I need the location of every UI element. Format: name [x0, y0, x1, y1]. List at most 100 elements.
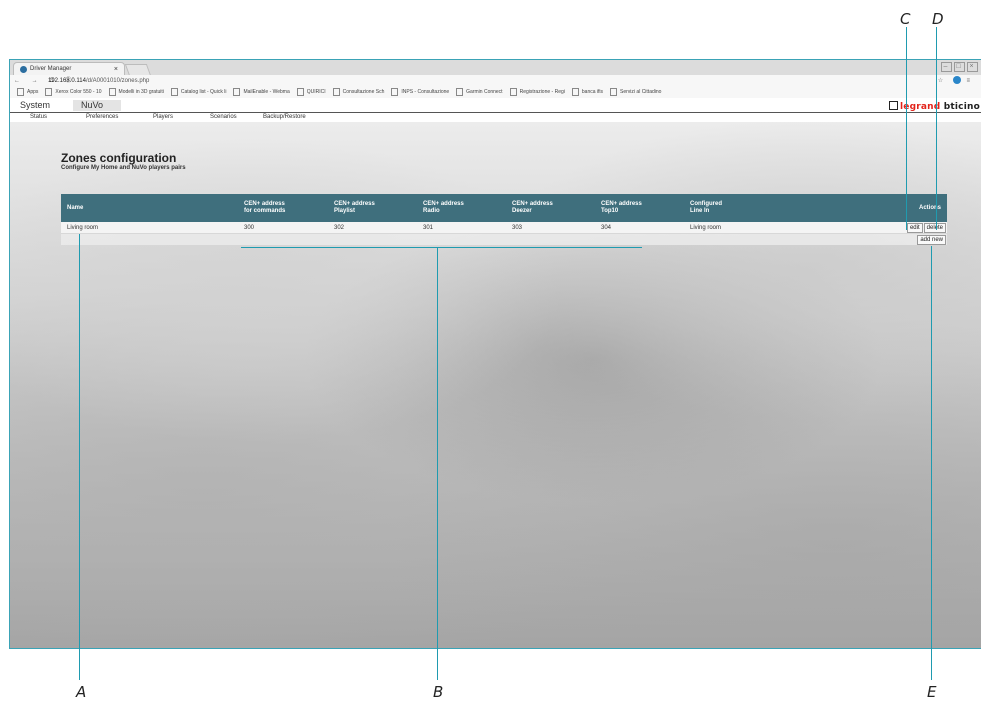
bookmark-item[interactable]: QUIRICI — [296, 87, 326, 98]
col-line-in: Configured Line In — [684, 194, 897, 222]
title-bar: Driver Manager × – □ × — [10, 60, 981, 76]
browser-window: Driver Manager × – □ × ← → C ⓘ 192.168.0.1… — [9, 59, 981, 649]
callout-d: D — [932, 10, 944, 28]
bookmark-item[interactable]: Apps — [17, 87, 38, 98]
cell-cen-deezer: 303 — [506, 222, 595, 234]
star-icon[interactable]: ☆ — [938, 78, 947, 84]
cell-cen-commands: 300 — [238, 222, 328, 234]
bookmark-label: Consultazione Sch — [342, 89, 385, 95]
cell-actions: edit delete — [897, 222, 947, 234]
bookmark-item[interactable]: Catalog list - Quick li — [170, 87, 227, 98]
callout-d-line — [936, 27, 937, 230]
page-icon — [296, 87, 304, 96]
browser-tab[interactable]: Driver Manager × — [13, 62, 125, 76]
apps-icon — [17, 87, 24, 96]
favicon-icon — [20, 66, 27, 73]
subnav-players[interactable]: Players — [153, 113, 173, 122]
table-row: Living room 300 302 301 303 304 Living r… — [61, 222, 947, 234]
brand-logo: legrand bticino — [889, 101, 980, 112]
cell-cen-radio: 301 — [417, 222, 506, 234]
callout-a: A — [76, 683, 87, 701]
close-window-icon[interactable]: × — [967, 62, 978, 72]
bookmark-label: MailEnable - Webma — [243, 89, 290, 95]
cell-cen-playlist: 302 — [328, 222, 417, 234]
subnav-scenarios[interactable]: Scenarios — [210, 113, 237, 122]
add-row-spacer — [61, 233, 897, 245]
col-cen-top10: CEN+ address Top10 — [595, 194, 684, 222]
bookmark-label: Servizi al Cittadino — [620, 89, 662, 95]
callout-b-bracket — [241, 247, 642, 248]
bookmark-label: Registrazione - Regi — [519, 89, 565, 95]
bookmark-item[interactable]: Consultazione Sch — [332, 87, 385, 98]
address-bar: ← → C ⓘ 192.168.0.114/d/A0001010/zones.p… — [10, 75, 981, 87]
url-host: 192.168.0.114 — [48, 78, 86, 84]
subnav-preferences[interactable]: Preferences — [86, 113, 118, 122]
bookmark-item[interactable]: banca ifis — [571, 87, 604, 98]
cell-zone-name: Living room — [61, 222, 238, 234]
zones-table: Name CEN+ address for commands CEN+ addre… — [61, 194, 947, 245]
page-subtitle: Configure My Home and NuVo players pairs — [61, 165, 186, 171]
page-icon — [233, 87, 241, 96]
page-icon — [332, 87, 340, 96]
bookmark-label: QUIRICI — [306, 89, 326, 95]
page-icon — [391, 87, 399, 96]
bookmark-label: Garmin Connect — [466, 89, 503, 95]
add-cell: add new — [897, 233, 947, 245]
brand-bticino: bticino — [943, 102, 980, 112]
callout-e-line — [931, 246, 932, 680]
bookmark-item[interactable]: MailEnable - Webma — [233, 87, 290, 98]
subnav-status[interactable]: Status — [30, 113, 47, 122]
page-icon — [108, 87, 116, 96]
add-row: add new — [61, 233, 947, 245]
page-icon — [456, 87, 464, 96]
page-icon — [509, 87, 517, 96]
toolbar-right: ☆ ≡ — [938, 75, 974, 87]
table-header-row: Name CEN+ address for commands CEN+ addre… — [61, 194, 947, 222]
bookmark-item[interactable]: Modelli in 3D gratuiti — [108, 87, 164, 98]
callout-b: B — [433, 683, 444, 701]
cell-cen-top10: 304 — [595, 222, 684, 234]
url-path: /d/A0001010/zones.php — [85, 78, 150, 84]
callout-c: C — [900, 10, 911, 28]
bookmark-item[interactable]: Registrazione - Regi — [509, 87, 565, 98]
bookmark-label: INPS - Consultazione — [401, 89, 450, 95]
add-new-button[interactable]: add new — [917, 234, 946, 245]
edit-button[interactable]: edit — [906, 222, 923, 233]
bookmark-item[interactable]: Xerox Color 550 - 10 — [45, 87, 102, 98]
bookmark-label: Apps — [27, 89, 39, 95]
callout-e: E — [927, 683, 937, 701]
bookmark-item[interactable]: INPS - Consultazione — [391, 87, 449, 98]
nav-nuvo[interactable]: NuVo — [73, 100, 121, 111]
content-area: Zones configuration Configure My Home an… — [10, 122, 981, 648]
maximize-icon[interactable]: □ — [954, 62, 965, 72]
bookmark-item[interactable]: Servizi al Cittadino — [610, 87, 661, 98]
col-cen-playlist: CEN+ address Playlist — [328, 194, 417, 222]
subnav-backup-restore[interactable]: Backup/Restore — [263, 113, 306, 122]
page-icon — [170, 87, 178, 96]
window-controls: – □ × — [939, 62, 978, 72]
cell-line-in: Living room — [684, 222, 897, 234]
col-cen-commands: CEN+ address for commands — [238, 194, 328, 222]
page-icon — [45, 87, 53, 96]
nav-system[interactable]: System — [12, 100, 58, 111]
menu-icon[interactable]: ≡ — [966, 78, 974, 84]
bookmark-label: Catalog list - Quick li — [180, 89, 227, 95]
bookmark-item[interactable]: Garmin Connect — [456, 87, 503, 98]
bookmark-label: banca ifis — [581, 89, 604, 95]
legrand-mark-icon — [889, 101, 898, 110]
page-icon — [571, 87, 579, 96]
app-navigation: System NuVo Status Preferences Players S… — [10, 98, 981, 122]
col-actions: Actions — [897, 194, 947, 222]
page-title: Zones configuration — [61, 151, 177, 165]
callout-a-line — [79, 234, 80, 680]
delete-button[interactable]: delete — [923, 222, 946, 233]
callout-c-line — [906, 27, 907, 230]
page-icon — [610, 87, 618, 96]
extension-icon[interactable] — [952, 76, 961, 85]
minimize-icon[interactable]: – — [941, 62, 952, 72]
col-cen-deezer: CEN+ address Deezer — [506, 194, 595, 222]
bookmark-label: Modelli in 3D gratuiti — [118, 89, 164, 95]
col-cen-radio: CEN+ address Radio — [417, 194, 506, 222]
col-name: Name — [61, 194, 238, 222]
url-field[interactable]: 192.168.0.114/d/A0001010/zones.php — [48, 75, 149, 87]
